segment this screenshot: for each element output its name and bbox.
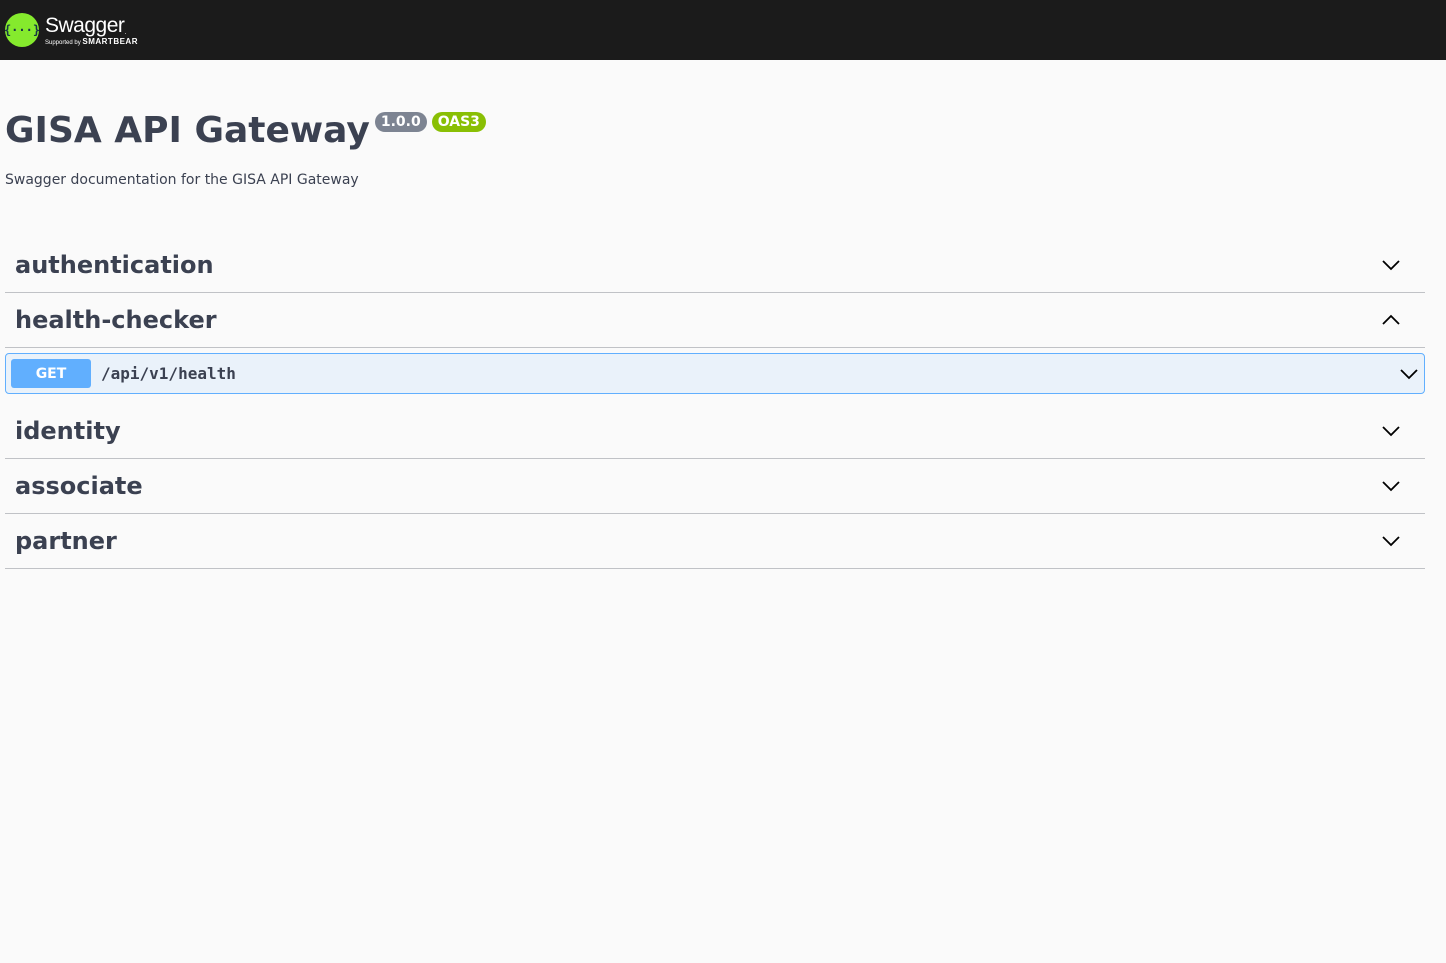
chevron-up-icon[interactable] [1379, 308, 1403, 332]
chevron-down-icon[interactable] [1379, 474, 1403, 498]
tag-section-authentication: authentication [5, 238, 1425, 293]
svg-text:{···}: {···} [5, 23, 39, 37]
tag-header-authentication[interactable]: authentication [5, 238, 1425, 293]
tag-header-identity[interactable]: identity [5, 404, 1425, 459]
api-description: Swagger documentation for the GISA API G… [5, 172, 359, 188]
tag-section-partner: partner [5, 514, 1425, 569]
chevron-down-icon[interactable] [1379, 529, 1403, 553]
method-badge: GET [11, 359, 91, 388]
tag-name: identity [15, 417, 121, 445]
tag-name: authentication [15, 251, 214, 279]
operation-get-health[interactable]: GET /api/v1/health [5, 353, 1425, 394]
logo-supported-text: Supported by [45, 39, 81, 46]
tag-section-health-checker: health-checker GET /api/v1/health [5, 293, 1425, 394]
tag-section-identity: identity [5, 404, 1425, 459]
tag-header-partner[interactable]: partner [5, 514, 1425, 569]
page-title: GISA API Gateway [5, 110, 370, 151]
api-info: GISA API Gateway 1.0.0 OAS3 Swagger docu… [5, 110, 1425, 188]
tag-header-health-checker[interactable]: health-checker [5, 293, 1425, 348]
tag-name: partner [15, 527, 117, 555]
operation-path: /api/v1/health [101, 364, 236, 383]
logo-name: Swagger [45, 13, 125, 37]
chevron-down-icon[interactable] [1399, 364, 1419, 384]
tag-header-associate[interactable]: associate [5, 459, 1425, 514]
topbar: {···} Swagger. Supported by SMARTBEAR [0, 0, 1446, 60]
swagger-logo-icon: {···} [5, 13, 39, 47]
swagger-logo-link[interactable]: {···} Swagger. Supported by SMARTBEAR [5, 13, 138, 47]
tag-name: associate [15, 472, 143, 500]
chevron-down-icon[interactable] [1379, 253, 1403, 277]
version-badge: 1.0.0 [374, 112, 427, 132]
logo-brand: SMARTBEAR [82, 36, 138, 46]
tag-list: authentication health-checker GET /api/v… [5, 238, 1425, 569]
tag-name: health-checker [15, 306, 217, 334]
main-content: GISA API Gateway 1.0.0 OAS3 Swagger docu… [0, 110, 1446, 569]
chevron-down-icon[interactable] [1379, 419, 1403, 443]
oas-badge: OAS3 [431, 112, 486, 132]
tag-section-associate: associate [5, 459, 1425, 514]
